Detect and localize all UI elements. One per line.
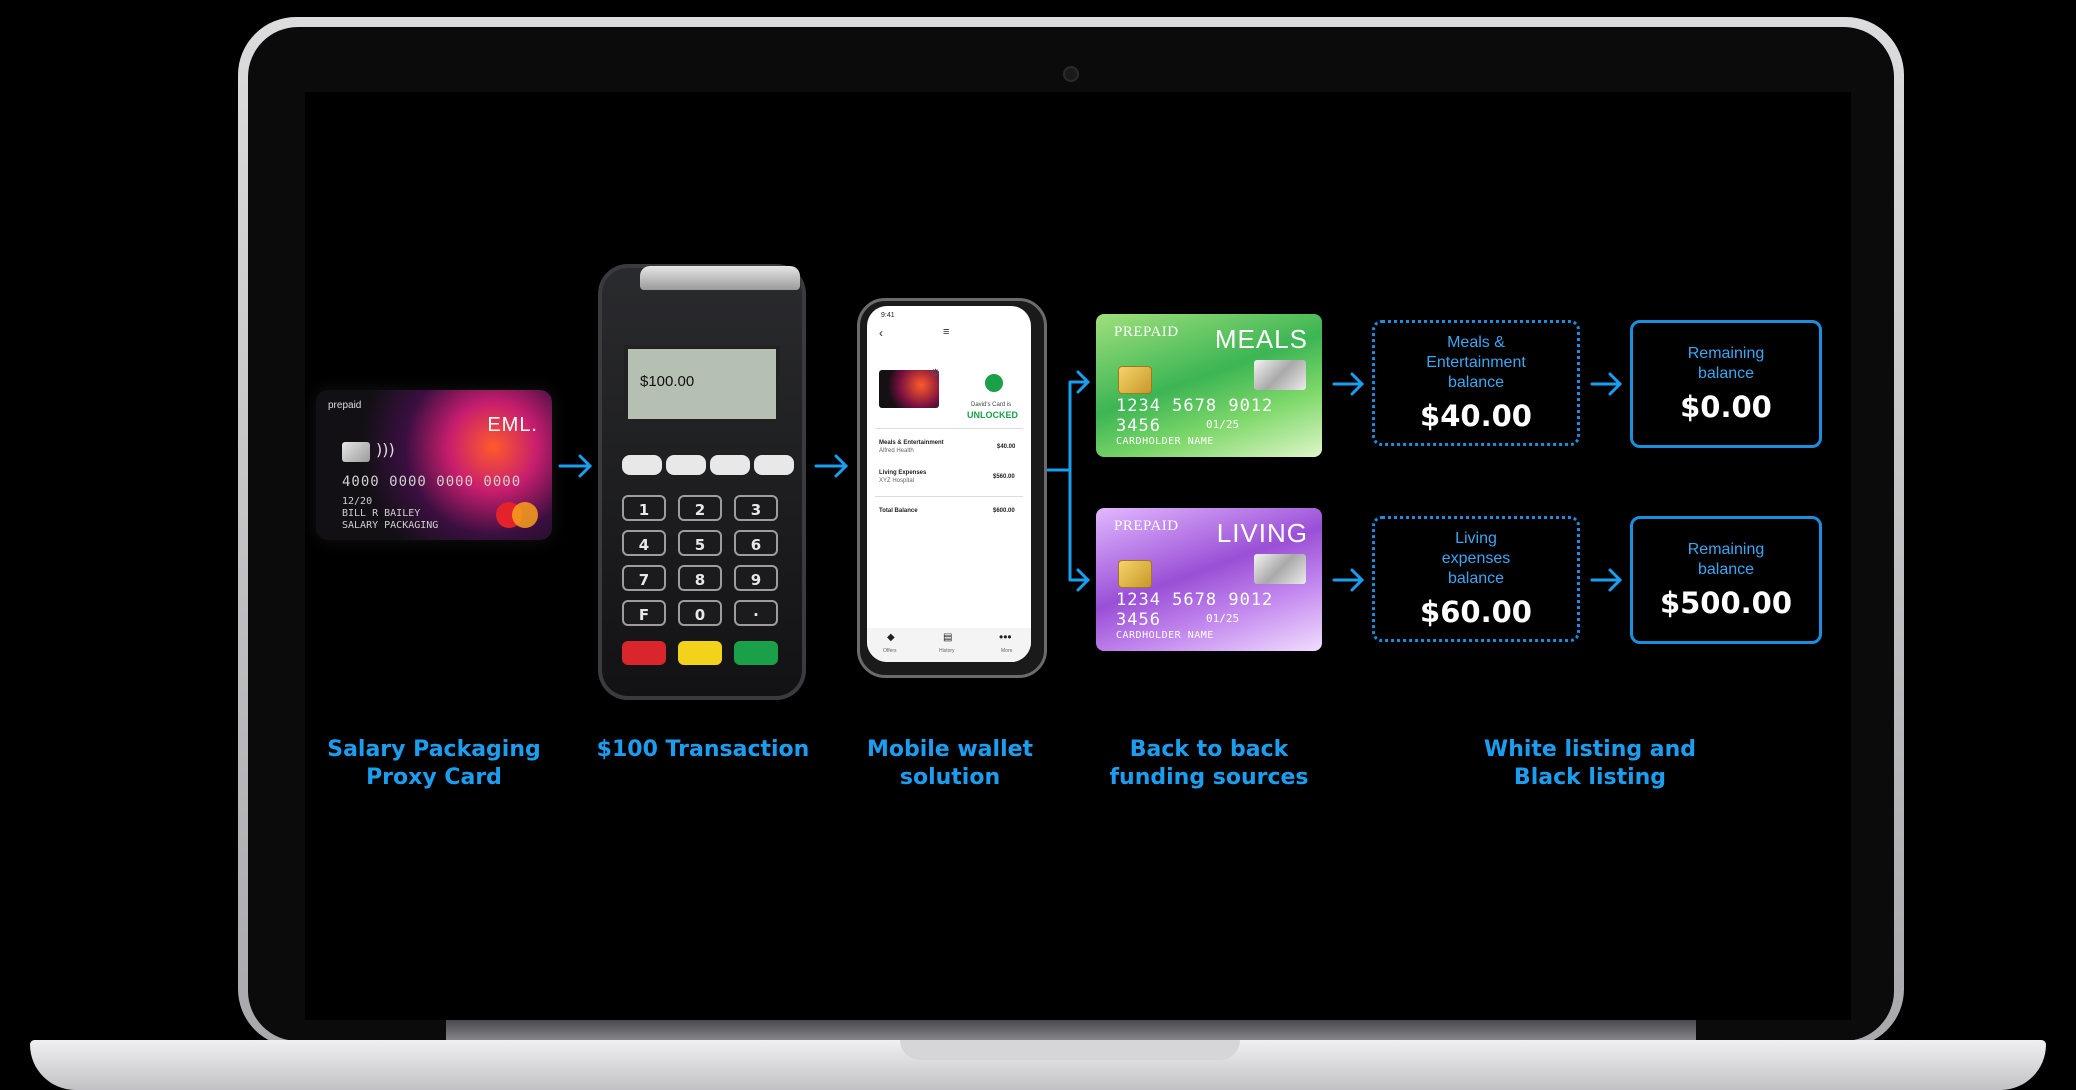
caption-line: White listing and	[1483, 737, 1697, 762]
caption-line: solution	[899, 765, 1001, 790]
arrow-living-to-balance	[1332, 568, 1365, 592]
arrow-meals-to-remaining	[1590, 372, 1623, 396]
caption-line: Mobile wallet	[866, 737, 1034, 762]
caption-proxy-card: Salary Packaging Proxy Card	[316, 736, 552, 792]
caption-funding-sources: Back to back funding sources	[1096, 736, 1322, 792]
caption-line: Salary Packaging	[327, 737, 541, 762]
caption-line: funding sources	[1109, 765, 1309, 790]
caption-listing: White listing and Black listing	[1440, 736, 1740, 792]
flow-arrows	[558, 370, 1623, 592]
arrow-terminal-to-phone	[814, 454, 849, 478]
caption-line: Proxy Card	[366, 765, 502, 790]
caption-line: Black listing	[1513, 765, 1667, 790]
arrow-meals-to-balance	[1332, 372, 1365, 396]
arrow-living-to-remaining	[1590, 568, 1623, 592]
caption-transaction: $100 Transaction	[592, 736, 814, 764]
caption-line: Back to back	[1129, 737, 1289, 762]
arrow-phone-to-funding	[1046, 370, 1091, 592]
arrow-card-to-terminal	[558, 454, 593, 478]
caption-mobile-wallet: Mobile wallet solution	[850, 736, 1050, 792]
caption-line: $100 Transaction	[596, 737, 810, 762]
